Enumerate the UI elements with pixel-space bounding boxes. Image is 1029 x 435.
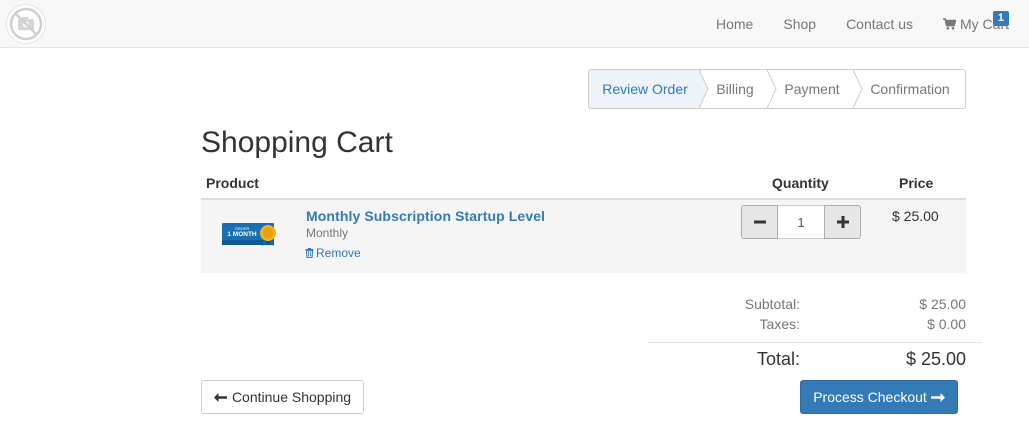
minus-icon bbox=[753, 220, 766, 224]
arrow-right-icon bbox=[930, 389, 945, 405]
subtotal-label: Subtotal: bbox=[744, 296, 800, 312]
step-confirmation-label: Confirmation bbox=[870, 81, 950, 97]
remove-item-link[interactable]: Remove bbox=[305, 246, 361, 261]
step-review-order[interactable]: Review Order bbox=[589, 70, 709, 108]
step-review-label: Review Order bbox=[602, 81, 688, 97]
trash-icon bbox=[305, 247, 314, 261]
totals-divider bbox=[648, 342, 982, 343]
step-chevron-icon bbox=[699, 70, 709, 108]
step-billing[interactable]: Billing bbox=[701, 70, 777, 108]
svg-text:1 MONTH: 1 MONTH bbox=[227, 231, 257, 238]
nav-contact-link[interactable]: Contact us bbox=[831, 0, 928, 48]
nav-home-link[interactable]: Home bbox=[701, 0, 768, 48]
header-product: Product bbox=[206, 175, 259, 191]
page-title: Shopping Cart bbox=[201, 126, 393, 159]
subtotal-value: $ 25.00 bbox=[919, 296, 966, 312]
header-price: Price bbox=[899, 175, 934, 191]
table-row: ORDER 1 MONTH Monthly Subscription Start… bbox=[201, 200, 966, 273]
step-chevron-icon bbox=[853, 70, 863, 108]
nav-cart-link[interactable]: My Cart 1 bbox=[928, 0, 1029, 49]
step-payment[interactable]: Payment bbox=[769, 70, 863, 108]
plus-icon bbox=[836, 216, 849, 228]
product-name-link[interactable]: Monthly Subscription Startup Level bbox=[306, 208, 545, 224]
process-checkout-button[interactable]: Process Checkout bbox=[800, 380, 958, 414]
taxes-label: Taxes: bbox=[759, 316, 800, 332]
cart-table-header: Product Quantity Price bbox=[201, 173, 966, 200]
continue-shopping-button[interactable]: Continue Shopping bbox=[201, 380, 364, 414]
item-price: $ 25.00 bbox=[892, 208, 939, 224]
quantity-stepper bbox=[741, 205, 861, 239]
arrow-left-icon bbox=[213, 389, 227, 405]
quantity-input[interactable] bbox=[778, 205, 824, 239]
decrease-quantity-button[interactable] bbox=[741, 205, 778, 239]
cart-count-badge: 1 bbox=[992, 10, 1009, 26]
total-value: $ 25.00 bbox=[905, 349, 966, 369]
nav-shop-link[interactable]: Shop bbox=[768, 0, 831, 48]
step-confirmation[interactable]: Confirmation bbox=[855, 70, 965, 108]
camera-off-icon[interactable] bbox=[6, 4, 46, 44]
step-payment-label: Payment bbox=[784, 81, 840, 97]
remove-label: Remove bbox=[316, 246, 361, 260]
step-billing-label: Billing bbox=[716, 81, 754, 97]
process-checkout-label: Process Checkout bbox=[813, 389, 927, 405]
increase-quantity-button[interactable] bbox=[824, 205, 861, 239]
product-term: Monthly bbox=[306, 226, 349, 240]
total-label: Total: bbox=[756, 349, 800, 369]
taxes-value: $ 0.00 bbox=[927, 316, 966, 332]
subscription-badge-icon[interactable]: ORDER 1 MONTH bbox=[222, 222, 280, 246]
top-navbar: Home Shop Contact us My Cart 1 bbox=[0, 0, 1029, 48]
step-chevron-icon bbox=[767, 70, 777, 108]
nav-links: Home Shop Contact us My Cart 1 bbox=[701, 0, 1029, 48]
checkout-steps: Review Order Billing Payment Confirmatio… bbox=[588, 69, 966, 109]
header-quantity: Quantity bbox=[772, 175, 829, 191]
continue-shopping-label: Continue Shopping bbox=[231, 389, 352, 405]
shopping-cart-icon bbox=[943, 1, 957, 49]
